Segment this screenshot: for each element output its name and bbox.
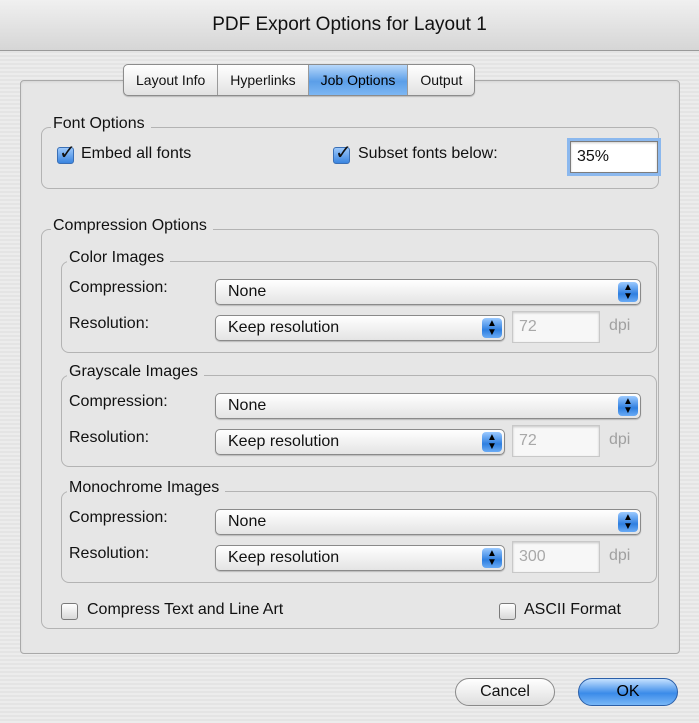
grayscale-compression-select[interactable]: None ▲ ▼ — [215, 393, 641, 419]
checkmark-icon: ✓ — [335, 142, 352, 164]
color-images-title: Color Images — [67, 249, 171, 267]
popup-arrows-icon: ▲ ▼ — [482, 548, 502, 568]
grayscale-resolution-value: Keep resolution — [228, 433, 340, 450]
popup-arrows-icon: ▲ ▼ — [618, 282, 638, 302]
monochrome-resolution-value: Keep resolution — [228, 549, 340, 566]
tab-job-options[interactable]: Job Options — [308, 65, 409, 95]
popup-arrows-icon: ▲ ▼ — [482, 432, 502, 452]
subset-fonts-checkbox[interactable]: ✓ — [333, 142, 352, 164]
grayscale-resolution-select[interactable]: Keep resolution ▲ ▼ — [215, 429, 505, 455]
checkmark-icon: ✓ — [59, 142, 76, 164]
embed-all-fonts-label: Embed all fonts — [81, 145, 192, 162]
popup-arrows-icon: ▲ ▼ — [482, 318, 502, 338]
tab-layout-info[interactable]: Layout Info — [124, 65, 219, 95]
dpi-unit-label: dpi — [609, 547, 631, 564]
embed-all-fonts-checkbox[interactable]: ✓ — [57, 142, 76, 164]
popup-arrows-icon: ▲ ▼ — [618, 396, 638, 416]
window-title: PDF Export Options for Layout 1 — [0, 0, 699, 51]
compression-options-title: Compression Options — [51, 217, 213, 235]
tab-output[interactable]: Output — [408, 65, 474, 95]
compression-label: Compression: — [69, 509, 168, 526]
cancel-button[interactable]: Cancel — [455, 678, 555, 706]
dpi-unit-label: dpi — [609, 317, 631, 334]
resolution-label: Resolution: — [69, 545, 150, 562]
color-dpi-input[interactable]: 72 — [512, 311, 600, 343]
dpi-unit-label: dpi — [609, 431, 631, 448]
subset-fonts-input[interactable]: 35% — [567, 138, 661, 176]
color-compression-value: None — [228, 283, 267, 300]
monochrome-compression-select[interactable]: None ▲ ▼ — [215, 509, 641, 535]
subset-fonts-label: Subset fonts below: — [358, 145, 498, 162]
resolution-label: Resolution: — [69, 315, 150, 332]
tab-hyperlinks[interactable]: Hyperlinks — [218, 65, 309, 95]
compression-label: Compression: — [69, 393, 168, 410]
monochrome-compression-value: None — [228, 513, 267, 530]
tab-panel: Font Options ✓ Embed all fonts ✓ Subset … — [20, 80, 680, 654]
ok-button[interactable]: OK — [578, 678, 678, 706]
resolution-label: Resolution: — [69, 429, 150, 446]
monochrome-images-title: Monochrome Images — [67, 479, 226, 497]
monochrome-dpi-input[interactable]: 300 — [512, 541, 600, 573]
popup-arrows-icon: ▲ ▼ — [618, 512, 638, 532]
grayscale-images-title: Grayscale Images — [67, 363, 204, 381]
color-resolution-select[interactable]: Keep resolution ▲ ▼ — [215, 315, 505, 341]
ascii-format-checkbox[interactable] — [499, 603, 516, 620]
monochrome-resolution-select[interactable]: Keep resolution ▲ ▼ — [215, 545, 505, 571]
compress-text-label: Compress Text and Line Art — [87, 601, 284, 618]
grayscale-dpi-input[interactable]: 72 — [512, 425, 600, 457]
color-resolution-value: Keep resolution — [228, 319, 340, 336]
tab-bar: Layout Info Hyperlinks Job Options Outpu… — [123, 64, 476, 96]
compression-label: Compression: — [69, 279, 168, 296]
grayscale-compression-value: None — [228, 397, 267, 414]
font-options-title: Font Options — [51, 115, 151, 133]
ascii-format-label: ASCII Format — [524, 601, 621, 618]
color-compression-select[interactable]: None ▲ ▼ — [215, 279, 641, 305]
compress-text-checkbox[interactable] — [61, 603, 78, 620]
